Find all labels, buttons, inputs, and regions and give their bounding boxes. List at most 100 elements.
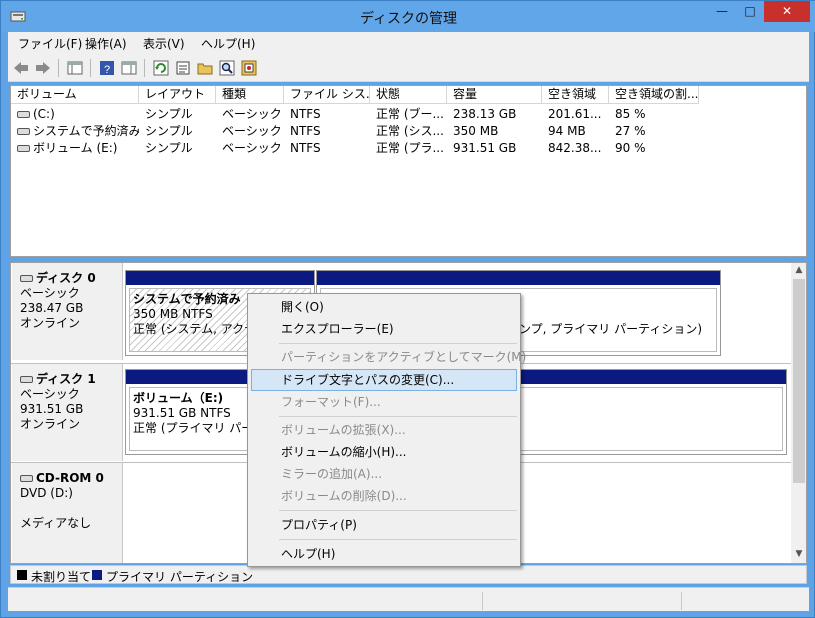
cell-free-space: 94 MB [548,124,586,138]
legend-unallocated: 未割り当て [31,570,92,584]
column-header-free-percent[interactable]: 空き領域の割... [609,86,699,104]
drive-icon [17,145,30,152]
column-header-volume[interactable]: ボリューム [11,86,139,104]
column-header-layout[interactable]: レイアウト [139,86,216,104]
disk-1-label[interactable]: ディスク 1 ベーシック 931.51 GB オンライン [12,364,123,461]
disk-type: DVD (D:) [20,486,73,500]
cell-status: 正常 (プラ... [376,141,444,155]
properties-icon[interactable] [174,59,192,77]
search-icon[interactable] [218,59,236,77]
disk-status: メディアなし [20,516,92,530]
scroll-down-icon[interactable]: ▼ [791,549,806,559]
menu-file[interactable]: ファイル(F) [18,35,82,52]
vertical-scrollbar[interactable]: ▲ ▼ [791,263,806,563]
cdrom-icon [20,475,33,482]
partition-bar [126,271,314,285]
toolbar-separator [58,59,59,77]
volume-name: (C:) [33,107,55,121]
export-icon[interactable] [240,59,258,77]
cell-filesystem: NTFS [290,124,321,138]
table-row[interactable]: ボリューム (E:) シンプル ベーシック NTFS 正常 (プラ... 931… [11,140,806,157]
toolbar-separator [90,59,91,77]
cell-capacity: 931.51 GB [453,141,517,155]
disk-icon [20,275,33,282]
partition-bar [317,271,720,285]
cell-layout: シンプル [145,124,193,138]
disk-management-window: ディスクの管理 — □ ✕ ファイル(F) 操作(A) 表示(V) ヘルプ(H)… [0,0,815,618]
cell-free-space: 201.61... [548,107,602,121]
svg-text:?: ? [104,64,110,76]
volume-list: ボリューム レイアウト 種類 ファイル シス... 状態 容量 空き領域 空き領… [10,85,807,257]
cell-capacity: 238.13 GB [453,107,517,121]
table-row[interactable]: (C:) シンプル ベーシック NTFS 正常 (ブー... 238.13 GB… [11,106,806,123]
volume-name: ボリューム (E:) [33,141,118,155]
menu-item-change-drive-letter[interactable]: ドライブ文字とパスの変更(C)... [251,369,517,391]
menu-item-open[interactable]: 開く(O) [251,296,517,318]
column-header-type[interactable]: 種類 [216,86,284,104]
scroll-up-icon[interactable]: ▲ [791,265,806,275]
title-bar[interactable]: ディスクの管理 — □ ✕ [1,1,815,32]
column-header-capacity[interactable]: 容量 [447,86,542,104]
forward-arrow-icon[interactable] [34,59,52,77]
menu-item-extend-volume[interactable]: ボリュームの拡張(X)... [251,419,517,441]
back-arrow-icon[interactable] [12,59,30,77]
disk-type: ベーシック [20,286,80,300]
status-bar [8,587,809,611]
properties-pane-icon[interactable] [120,59,138,77]
minimize-button[interactable]: — [708,1,736,22]
menu-item-add-mirror[interactable]: ミラーの追加(A)... [251,463,517,485]
cell-free-percent: 90 % [615,141,646,155]
column-header-status[interactable]: 状態 [370,86,447,104]
legend-swatch-primary [92,570,102,580]
context-menu: 開く(O) エクスプローラー(E) パーティションをアクティブとしてマーク(M)… [247,293,526,567]
disk-name: CD-ROM 0 [36,471,104,485]
menu-item-shrink-volume[interactable]: ボリュームの縮小(H)... [251,441,517,463]
cdrom-0-label[interactable]: CD-ROM 0 DVD (D:) メディアなし [12,463,123,563]
menu-bar: ファイル(F) 操作(A) 表示(V) ヘルプ(H) [8,32,809,54]
open-folder-icon[interactable] [196,59,214,77]
disk-status: オンライン [20,316,81,330]
menu-separator [279,416,517,417]
status-divider [681,592,682,610]
disk-name: ディスク 0 [36,271,96,285]
legend-swatch-unallocated [17,570,27,580]
cell-capacity: 350 MB [453,124,499,138]
console-tree-icon[interactable] [66,59,84,77]
menu-separator [279,343,517,344]
menu-item-delete-volume[interactable]: ボリュームの削除(D)... [251,485,517,507]
close-button[interactable]: ✕ [764,1,810,22]
menu-item-properties[interactable]: プロパティ(P) [251,514,517,536]
drive-icon [17,111,30,118]
disk-size: 931.51 GB [20,402,84,416]
cell-type: ベーシック [222,107,282,121]
disk-0-label[interactable]: ディスク 0 ベーシック 238.47 GB オンライン [12,263,123,360]
refresh-icon[interactable] [152,59,170,77]
disk-icon [20,376,33,383]
menu-separator [279,510,517,511]
cell-free-space: 842.38... [548,141,602,155]
disk-status: オンライン [20,417,81,431]
table-row[interactable]: システムで予約済み... シンプル ベーシック NTFS 正常 (シス... 3… [11,123,806,140]
menu-item-explorer[interactable]: エクスプローラー(E) [251,318,517,340]
menu-item-mark-active[interactable]: パーティションをアクティブとしてマーク(M) [251,346,526,368]
cell-type: ベーシック [222,141,282,155]
menu-separator [279,539,517,540]
window-title: ディスクの管理 [359,11,458,27]
menu-item-format[interactable]: フォーマット(F)... [251,391,517,413]
maximize-button[interactable]: □ [736,1,764,22]
cell-status: 正常 (シス... [376,124,444,138]
legend: 未割り当て プライマリ パーティション [10,565,807,584]
menu-item-help[interactable]: ヘルプ(H) [251,543,517,565]
column-header-filesystem[interactable]: ファイル シス... [284,86,370,104]
disk-size: 238.47 GB [20,301,84,315]
menu-help[interactable]: ヘルプ(H) [201,35,255,52]
column-header-free-space[interactable]: 空き領域 [542,86,609,104]
menu-view[interactable]: 表示(V) [143,35,185,52]
menu-action[interactable]: 操作(A) [85,35,127,52]
scroll-thumb[interactable] [793,279,805,483]
cell-layout: シンプル [145,107,193,121]
help-icon[interactable]: ? [98,59,116,77]
legend-primary-partition: プライマリ パーティション [106,570,254,584]
disk-name: ディスク 1 [36,372,96,386]
cell-layout: シンプル [145,141,193,155]
